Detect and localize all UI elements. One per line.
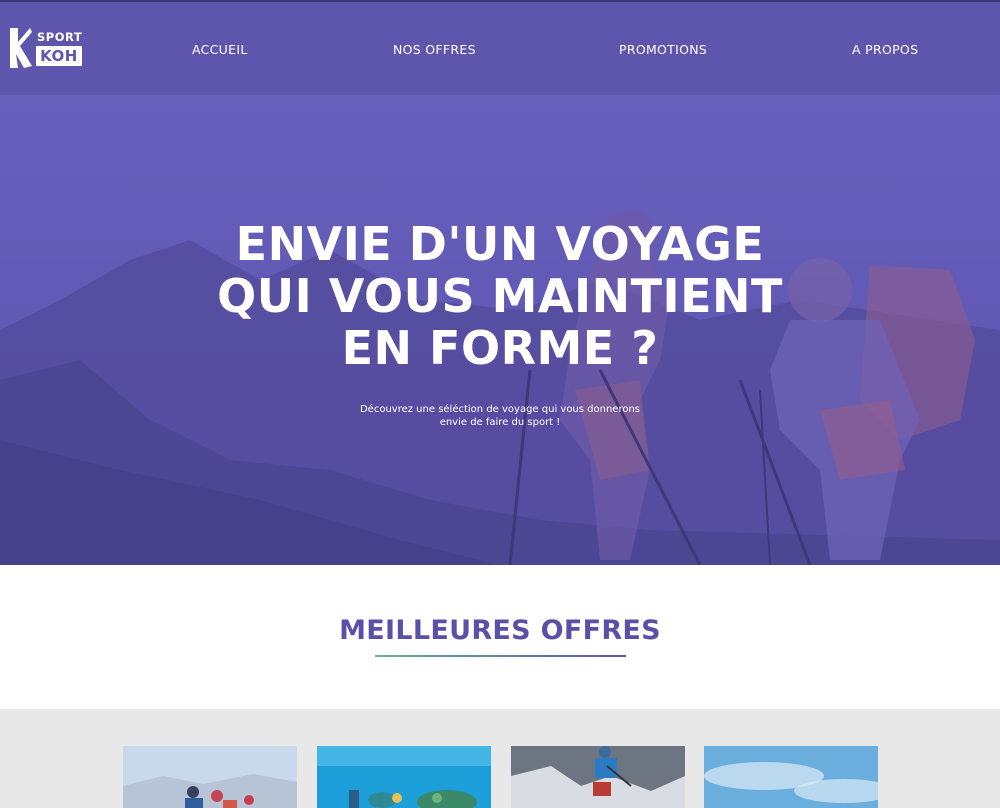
hero-title-line: QUI VOUS MAINTIENT	[217, 269, 783, 323]
sky-photo	[704, 746, 878, 808]
hero-subtitle: Découvrez une séléction de voyage qui vo…	[330, 403, 670, 429]
skiing-photo	[511, 746, 685, 808]
diving-photo	[317, 746, 491, 808]
nav-link-nos-offres[interactable]: NOS OFFRES	[393, 42, 476, 57]
offer-card-diving[interactable]	[317, 746, 491, 808]
hero-title: ENVIE D'UN VOYAGE QUI VOUS MAINTIENT EN …	[180, 218, 820, 374]
offer-card-skiing[interactable]	[511, 746, 685, 808]
logo-sport-text: SPORT	[37, 30, 83, 44]
offer-card-sky[interactable]	[704, 746, 878, 808]
nav-link-accueil[interactable]: ACCUEIL	[192, 42, 248, 57]
top-navbar: SPORT KOH ACCUEIL NOS OFFRES PROMOTIONS …	[0, 0, 1000, 95]
hero-title-line: EN FORME ?	[341, 321, 659, 375]
logo-koh-text: KOH	[36, 46, 82, 66]
section-title: MEILLEURES OFFRES	[339, 615, 661, 646]
hero-subtitle-line: envie de faire du sport !	[439, 417, 561, 428]
site-logo[interactable]: SPORT KOH	[10, 28, 82, 70]
hero-subtitle-line: Découvrez une séléction de voyage qui vo…	[359, 404, 641, 415]
hiking-photo	[123, 746, 297, 808]
hero-title-line: ENVIE D'UN VOYAGE	[235, 217, 765, 271]
offer-card-hiking[interactable]	[123, 746, 297, 808]
logo-k-icon	[10, 28, 32, 68]
nav-link-a-propos[interactable]: A PROPOS	[852, 42, 918, 57]
nav-link-promotions[interactable]: PROMOTIONS	[619, 42, 707, 57]
section-divider	[375, 655, 626, 657]
